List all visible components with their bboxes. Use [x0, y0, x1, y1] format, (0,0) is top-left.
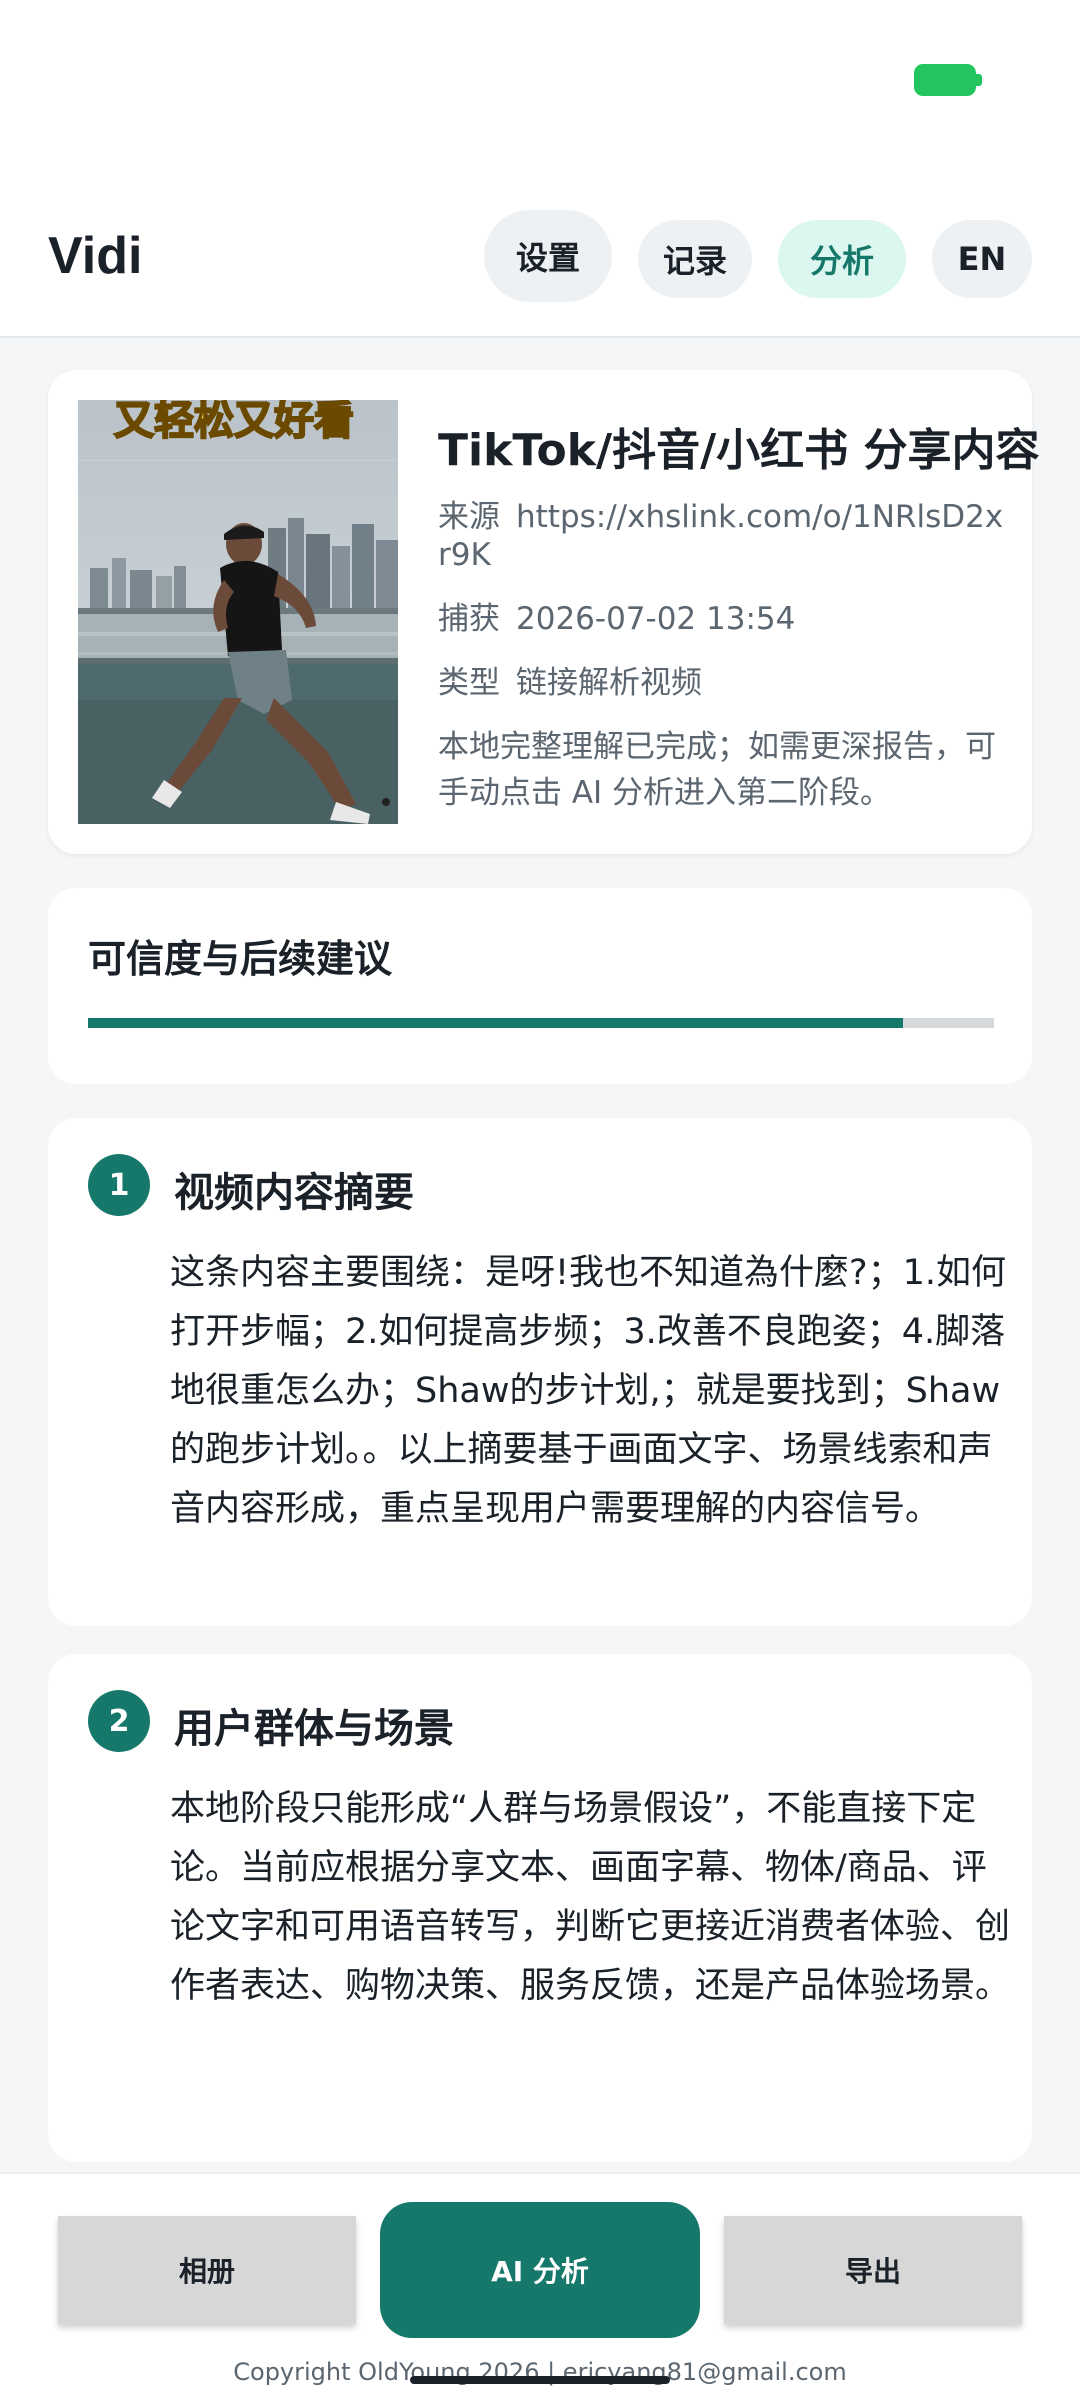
bottom-action-bar: 相册 AI 分析 导出 Copyright OldYoung 2026 | er…: [0, 2172, 1080, 2404]
media-info-card: 又轻松又好看 TikTok/抖音/小红书 分享内容 来源 https://xhsl…: [48, 370, 1039, 854]
type-row: 类型 链接解析视频: [438, 664, 1008, 702]
album-button[interactable]: 相册: [58, 2216, 356, 2324]
section-title: 用户群体与场景: [174, 1706, 454, 1752]
history-button[interactable]: 记录: [638, 220, 752, 298]
confidence-title: 可信度与后续建议: [88, 937, 393, 981]
captured-value: 2026-07-02 13:54: [516, 601, 796, 637]
battery-icon: [914, 64, 982, 96]
captured-label: 捕获: [438, 601, 500, 637]
section-body: 这条内容主要围绕：是呀!我也不知道為什麼?；1.如何打开步幅；2.如何提高步频；…: [170, 1253, 1007, 1529]
status-bar: [0, 0, 1080, 190]
export-button[interactable]: 导出: [724, 2216, 1022, 2324]
video-thumbnail[interactable]: 又轻松又好看: [78, 400, 398, 824]
type-label: 类型: [438, 665, 500, 701]
audience-section-card: 2 用户群体与场景 本地阶段只能形成“人群与场景假设”，不能直接下定论。当前应根…: [48, 1654, 1032, 2162]
thumbnail-caption: 又轻松又好看: [113, 400, 355, 445]
source-row: 来源 https://xhslink.com/o/1NRlsD2xr9K: [438, 498, 1008, 574]
analysis-note: 本地完整理解已完成；如需更深报告，可手动点击 AI 分析进入第二阶段。: [438, 729, 996, 811]
captured-row: 捕获 2026-07-02 13:54: [438, 600, 1008, 638]
media-title: TikTok/抖音/小红书 分享内容: [438, 425, 1040, 476]
source-url[interactable]: https://xhslink.com/o/1NRlsD2xr9K: [438, 499, 1003, 573]
language-toggle-button[interactable]: EN: [932, 220, 1032, 298]
settings-button[interactable]: 设置: [484, 210, 612, 302]
section-title: 视频内容摘要: [174, 1170, 414, 1216]
thumbnail-image: [78, 400, 398, 824]
section-number-badge: 1: [88, 1154, 150, 1216]
section-number-badge: 2: [88, 1690, 150, 1752]
app-header: Vidi 设置 记录 分析 EN: [0, 190, 1080, 338]
confidence-progress-bar: [88, 1018, 994, 1028]
source-label: 来源: [438, 499, 500, 535]
confidence-card: 可信度与后续建议: [48, 888, 1032, 1084]
ai-analyze-button[interactable]: AI 分析: [380, 2202, 700, 2338]
summary-section-card: 1 视频内容摘要 这条内容主要围绕：是呀!我也不知道為什麼?；1.如何打开步幅；…: [48, 1118, 1032, 1626]
home-indicator[interactable]: [410, 2376, 670, 2384]
type-value: 链接解析视频: [516, 665, 702, 701]
section-body: 本地阶段只能形成“人群与场景假设”，不能直接下定论。当前应根据分享文本、画面字幕…: [170, 1789, 1011, 2006]
confidence-progress-fill: [88, 1018, 904, 1028]
app-title: Vidi: [48, 227, 143, 285]
analyze-tab-button[interactable]: 分析: [778, 220, 906, 298]
